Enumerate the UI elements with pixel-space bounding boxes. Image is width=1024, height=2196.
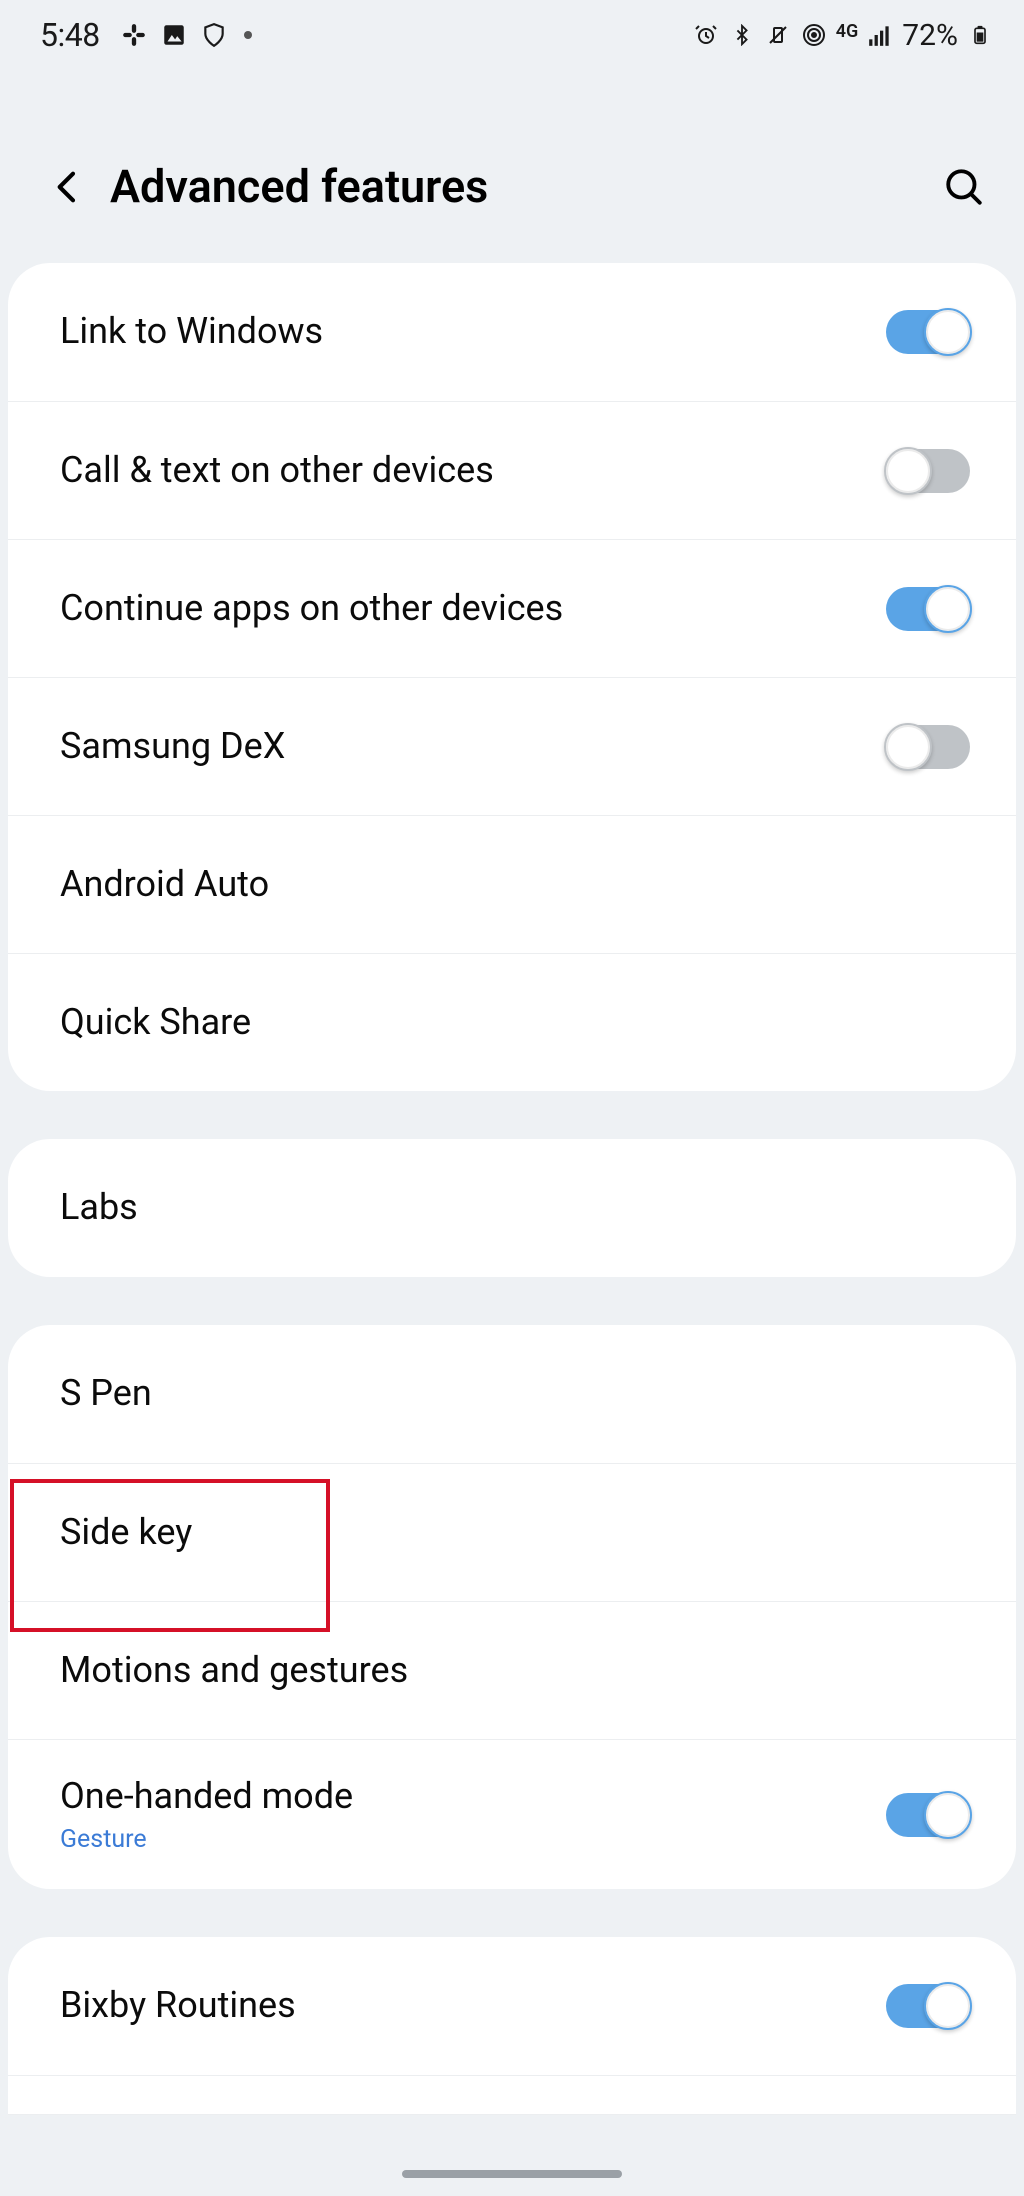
continue-apps-toggle[interactable] [886, 587, 970, 631]
list-item-label: Android Auto [60, 863, 970, 906]
settings-group-4: Bixby Routines [8, 1937, 1016, 2115]
list-item-label: Call & text on other devices [60, 449, 886, 492]
list-item-label: Labs [60, 1186, 970, 1229]
list-item-label: One-handed mode [60, 1775, 886, 1818]
slack-icon [120, 21, 148, 49]
motions-gestures-row[interactable]: Motions and gestures [8, 1601, 1016, 1739]
continue-apps-row[interactable]: Continue apps on other devices [8, 539, 1016, 677]
settings-group-2: Labs [8, 1139, 1016, 1277]
link-to-windows-row[interactable]: Link to Windows [8, 263, 1016, 401]
bixby-routines-toggle[interactable] [886, 1984, 970, 2028]
side-key-row[interactable]: Side key [8, 1463, 1016, 1601]
battery-text: 72% [902, 18, 958, 53]
s-pen-row[interactable]: S Pen [8, 1325, 1016, 1463]
shield-icon [200, 21, 228, 49]
call-text-other-devices-toggle[interactable] [886, 449, 970, 493]
android-auto-row[interactable]: Android Auto [8, 815, 1016, 953]
link-to-windows-toggle[interactable] [886, 310, 970, 354]
page-title: Advanced features [110, 160, 940, 213]
bluetooth-icon [728, 21, 756, 49]
call-text-other-devices-row[interactable]: Call & text on other devices [8, 401, 1016, 539]
one-handed-mode-toggle[interactable] [886, 1793, 970, 1837]
battery-icon [966, 21, 994, 49]
signal-icon [866, 21, 894, 49]
navigation-handle[interactable] [402, 2170, 622, 2178]
labs-row[interactable]: Labs [8, 1139, 1016, 1277]
list-item-label: Samsung DeX [60, 725, 886, 768]
status-time: 5:48 [40, 16, 100, 54]
more-dot-icon [244, 31, 252, 39]
settings-group-1: Link to Windows Call & text on other dev… [8, 263, 1016, 1091]
search-button[interactable] [940, 163, 988, 211]
list-item-label: Bixby Routines [60, 1984, 886, 2027]
hotspot-icon [800, 21, 828, 49]
list-item-label: Motions and gestures [60, 1649, 970, 1692]
list-item-label: Continue apps on other devices [60, 587, 886, 630]
status-right: 4G 72% [692, 18, 994, 53]
settings-group-3: S Pen Side key Motions and gestures One-… [8, 1325, 1016, 1889]
list-item-label: S Pen [60, 1372, 970, 1415]
list-item-label: Quick Share [60, 1001, 970, 1044]
back-button[interactable] [44, 163, 92, 211]
list-item-label: Link to Windows [60, 310, 886, 353]
list-item-label: Side key [60, 1511, 970, 1554]
partial-row [8, 2075, 1016, 2115]
page-header: Advanced features [0, 70, 1024, 263]
samsung-dex-toggle[interactable] [886, 725, 970, 769]
quick-share-row[interactable]: Quick Share [8, 953, 1016, 1091]
status-bar: 5:48 4G 72% [0, 0, 1024, 70]
list-item-sublabel: Gesture [60, 1825, 886, 1854]
vibrate-icon [764, 21, 792, 49]
image-icon [160, 21, 188, 49]
alarm-icon [692, 21, 720, 49]
status-left: 5:48 [40, 16, 252, 54]
network-type: 4G [836, 21, 859, 42]
bixby-routines-row[interactable]: Bixby Routines [8, 1937, 1016, 2075]
one-handed-mode-row[interactable]: One-handed mode Gesture [8, 1739, 1016, 1889]
samsung-dex-row[interactable]: Samsung DeX [8, 677, 1016, 815]
